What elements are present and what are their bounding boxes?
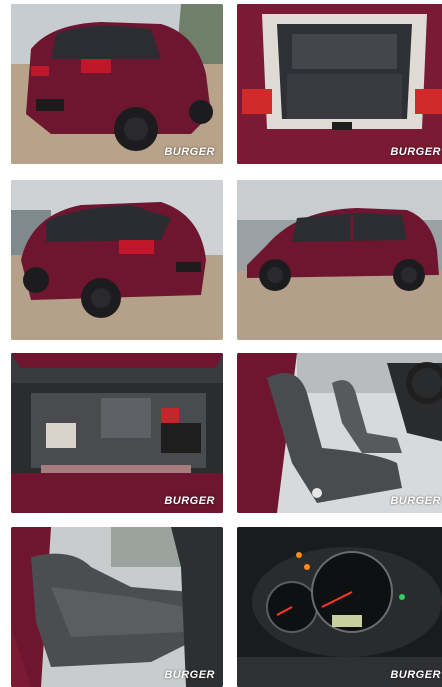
watermark-label: BURGER: [390, 146, 441, 158]
instrument-cluster-image: [237, 527, 442, 687]
watermark-label: BURGER: [390, 495, 441, 507]
open-trunk-image: [237, 4, 442, 164]
front-seats-image: [237, 353, 442, 513]
photo-instrument-cluster[interactable]: BURGER: [237, 527, 442, 687]
watermark-label: BURGER: [390, 669, 441, 681]
rear-side-image: [11, 180, 223, 340]
photo-front-seats[interactable]: BURGER: [237, 353, 442, 513]
rear-three-quarter-image: [11, 4, 223, 164]
watermark-label: BURGER: [164, 495, 215, 507]
photo-rear-side[interactable]: [11, 180, 223, 340]
photo-rear-seats[interactable]: BURGER: [11, 527, 223, 687]
photo-engine-bay[interactable]: BURGER: [11, 353, 223, 513]
photo-open-trunk[interactable]: BURGER: [237, 4, 442, 164]
watermark-label: BURGER: [164, 669, 215, 681]
engine-bay-image: [11, 353, 223, 513]
watermark-label: BURGER: [164, 146, 215, 158]
photo-side-profile[interactable]: [237, 180, 442, 340]
photo-gallery-grid: BURGER BURGER BURGER BURGER BURGER BURGE…: [0, 0, 442, 687]
rear-seats-image: [11, 527, 223, 687]
side-profile-image: [237, 180, 442, 340]
photo-rear-three-quarter[interactable]: BURGER: [11, 4, 223, 164]
